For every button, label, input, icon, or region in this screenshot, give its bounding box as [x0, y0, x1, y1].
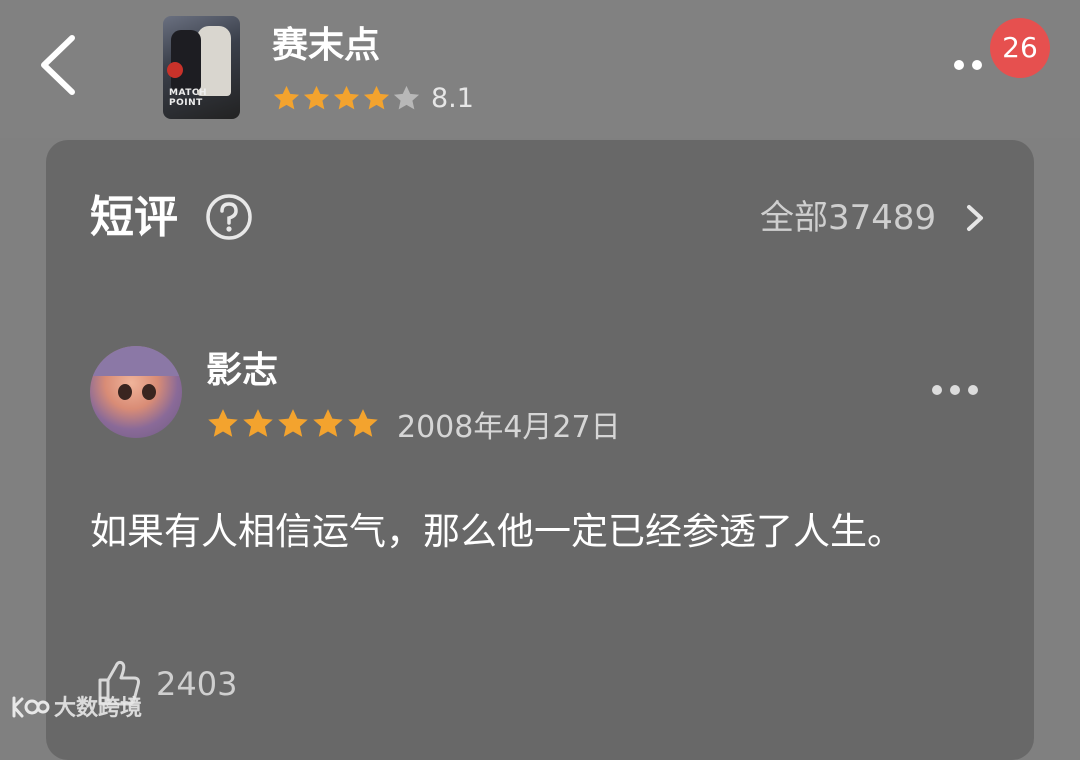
- watermark-logo-icon: [12, 696, 50, 718]
- avatar[interactable]: [90, 346, 182, 438]
- star-filled-icon: [243, 409, 273, 437]
- star-filled-icon: [208, 409, 238, 437]
- more-dots-icon: [950, 385, 960, 395]
- review-stars: [206, 407, 381, 441]
- top-bar: [0, 0, 1080, 138]
- star-filled-icon: [303, 85, 330, 109]
- avatar-eye: [118, 384, 132, 400]
- review-date: 2008年4月27日: [397, 410, 621, 445]
- more-options-button[interactable]: [954, 60, 982, 70]
- watermark-text: 大数跨境: [54, 696, 143, 721]
- notification-badge[interactable]: 26: [990, 18, 1050, 78]
- poster-figure: [171, 30, 201, 90]
- more-dots-icon: [954, 60, 964, 70]
- back-arrow-icon[interactable]: [30, 30, 90, 100]
- star-empty-icon: [393, 85, 420, 109]
- star-filled-icon: [348, 409, 378, 437]
- rating-value: 8.1: [431, 82, 474, 114]
- movie-poster[interactable]: MATCH POINT: [163, 16, 240, 119]
- poster-title: MATCH POINT: [169, 88, 207, 108]
- movie-title[interactable]: 赛末点: [272, 22, 380, 70]
- all-comments-link[interactable]: 全部37489: [760, 196, 936, 240]
- like-count: 2403: [156, 665, 238, 703]
- chevron-right-icon[interactable]: [962, 202, 988, 234]
- review-rating: 2008年4月27日: [206, 405, 621, 445]
- star-filled-icon: [363, 85, 390, 109]
- section-title: 短评: [90, 192, 178, 243]
- more-dots-icon: [968, 385, 978, 395]
- question-circle-icon[interactable]: [205, 193, 253, 241]
- avatar-hood: [90, 346, 182, 376]
- poster-figure: [197, 26, 231, 96]
- review-username[interactable]: 影志: [206, 346, 278, 396]
- star-filled-icon: [273, 85, 300, 109]
- review-more-button[interactable]: [932, 385, 978, 395]
- rating-stars: [272, 84, 422, 113]
- poster-paddle: [167, 62, 183, 78]
- review-text: 如果有人相信运气，那么他一定已经参透了人生。: [90, 510, 904, 553]
- star-filled-icon: [333, 85, 360, 109]
- more-dots-icon: [972, 60, 982, 70]
- movie-rating: 8.1: [272, 80, 474, 116]
- star-filled-icon: [313, 409, 343, 437]
- more-dots-icon: [932, 385, 942, 395]
- avatar-eye: [142, 384, 156, 400]
- star-filled-icon: [278, 409, 308, 437]
